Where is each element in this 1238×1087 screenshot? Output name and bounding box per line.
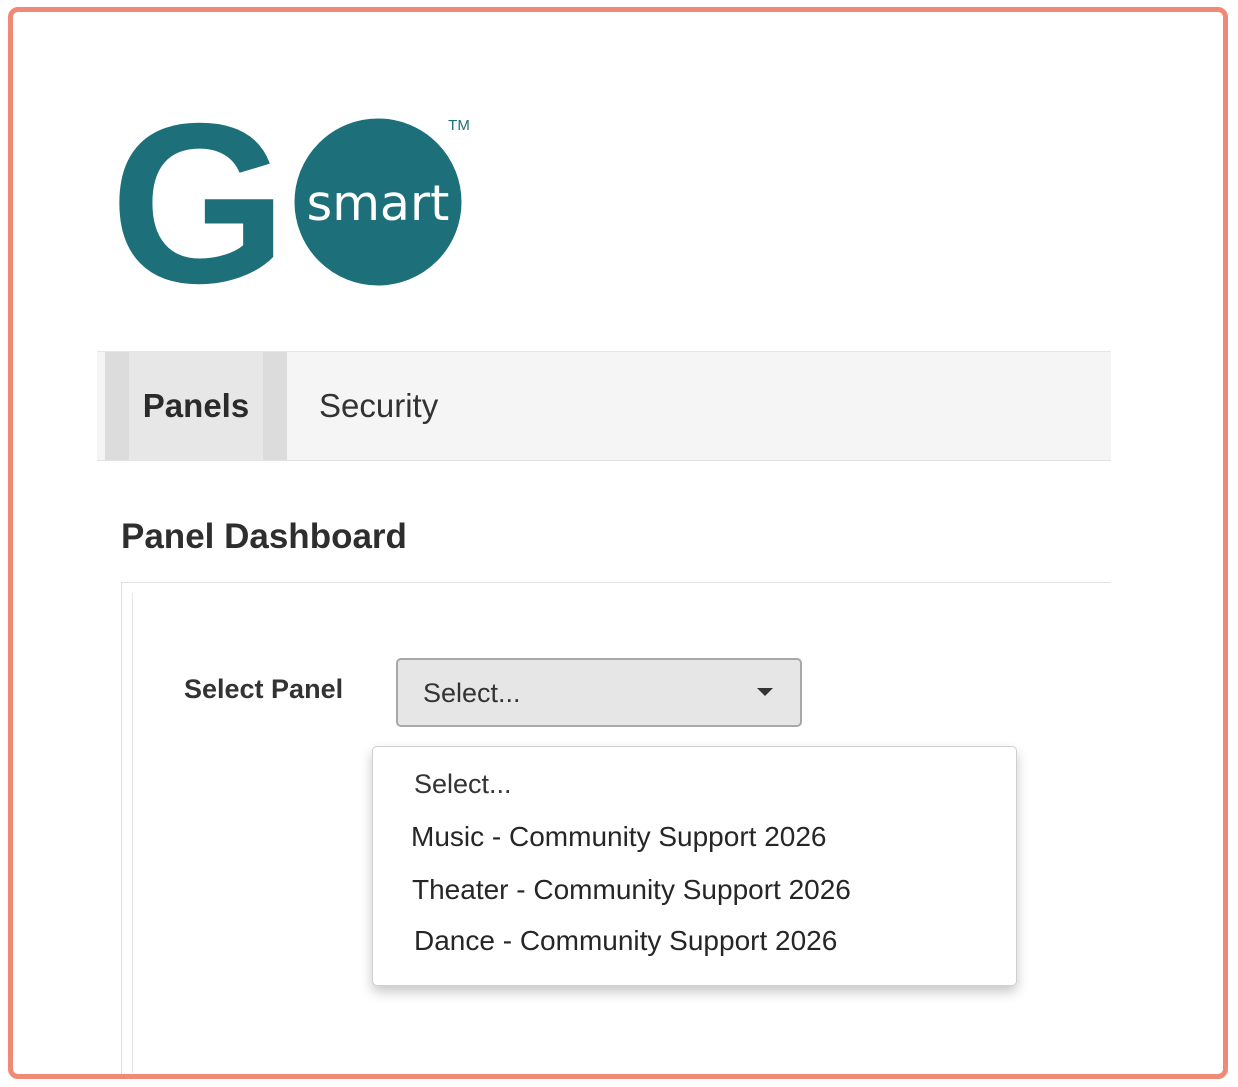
logo-g-letter: G	[116, 104, 287, 294]
panel-select-value: Select...	[423, 678, 521, 708]
option-theater[interactable]: Theater - Community Support 2026	[412, 874, 851, 906]
select-panel-label: Select Panel	[184, 674, 344, 704]
option-music[interactable]: Music - Community Support 2026	[411, 821, 827, 853]
logo-trademark: TM	[448, 117, 470, 134]
top-nav: Panels Security	[97, 351, 1111, 461]
tab-panels[interactable]: Panels	[105, 352, 287, 460]
option-select-placeholder[interactable]: Select...	[414, 769, 512, 800]
caret-down-icon	[757, 688, 773, 696]
logo-smart-text: smart	[307, 175, 450, 232]
panel-options-menu: Select... Music - Community Support 2026…	[372, 746, 1017, 986]
tab-security[interactable]: Security	[319, 352, 438, 460]
gosmart-logo: G smart TM	[116, 104, 476, 294]
option-dance[interactable]: Dance - Community Support 2026	[414, 925, 837, 957]
page-title: Panel Dashboard	[121, 517, 407, 556]
app-window: G smart TM Panels Security Panel Dashboa…	[8, 7, 1228, 1079]
panel-select-dropdown[interactable]: Select...	[396, 658, 802, 727]
gosmart-logo-graphic: G smart TM	[116, 104, 470, 294]
tab-security-label: Security	[319, 387, 439, 424]
tab-panels-label: Panels	[142, 387, 250, 424]
